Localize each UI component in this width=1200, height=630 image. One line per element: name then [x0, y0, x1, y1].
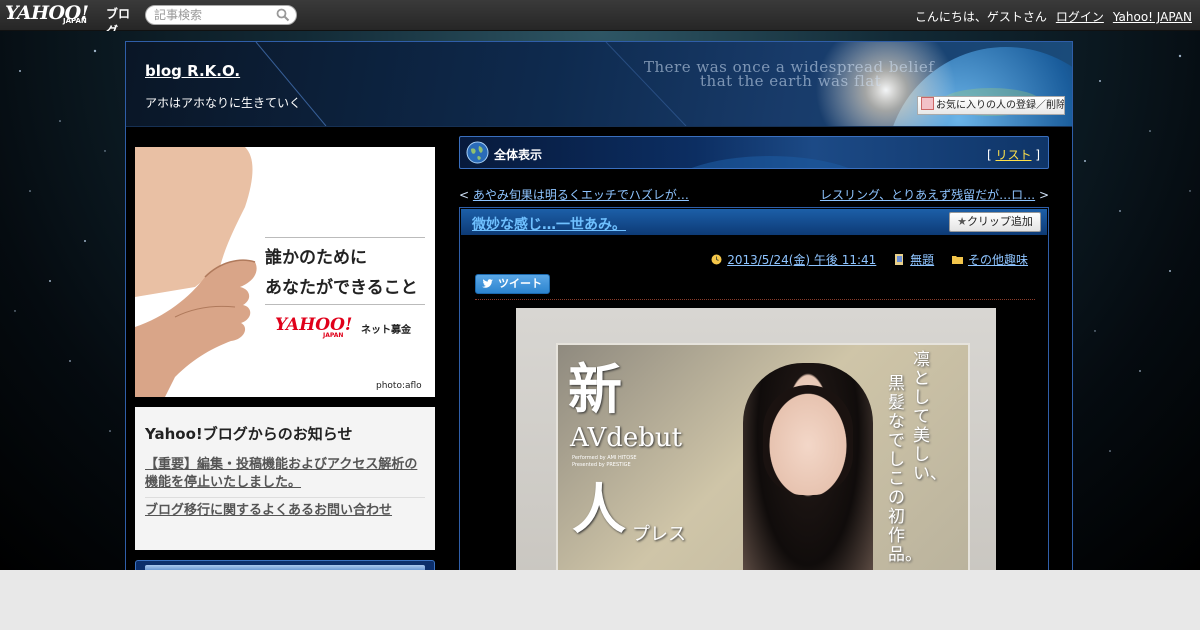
blog-description: アホはアホなりに生きていく [145, 96, 302, 110]
ad-copy-line2: あなたができること [265, 278, 418, 298]
favorite-icon [921, 97, 934, 110]
folder-icon [951, 256, 963, 264]
cover-tagline-col2: 黒髪なでしこの初作品。 [888, 374, 922, 565]
sidebar-module [135, 560, 435, 570]
twitter-bird-icon [482, 279, 493, 288]
all-view-bar: 全体表示 [ リスト ] [459, 136, 1049, 169]
charity-ad-banner[interactable]: 誰かのために あなたができること YAHOO! JAPAN ネット募金 phot… [135, 147, 435, 397]
greeting-text: こんにちは、ゲストさん [914, 10, 1047, 24]
blog-title-link[interactable]: blog R.K.O. [145, 62, 240, 80]
cover-model-face [763, 385, 853, 495]
list-toggle: [ リスト ] [986, 148, 1040, 162]
post-navigation: < あやみ旬果は明るくエッチでハズレが… レスリング、とりあえず残留だが…ロ… … [459, 186, 1049, 202]
article-photo: 新 AVdebut Performed by AMI HITOSE Presen… [516, 308, 996, 570]
ad-copy-line1: 誰かのために [265, 248, 367, 268]
notice-link-migration-faq[interactable]: ブログ移行に関するよくあるお問い合わせ [145, 498, 425, 525]
globe-icon [466, 141, 489, 164]
clip-add-button[interactable]: ★クリップ追加 [949, 212, 1041, 232]
notice-link-feature-stop[interactable]: 【重要】編集・投稿機能およびアクセス解析の機能を停止いたしました。 [145, 452, 425, 498]
clock-icon [711, 254, 722, 265]
prev-post: < あやみ旬果は明るくエッチでハズレが… [459, 188, 689, 202]
login-link[interactable]: ログイン [1056, 10, 1104, 24]
notice-title: Yahoo!ブログからのお知らせ [145, 425, 353, 443]
yahoo-japan-link[interactable]: Yahoo! JAPAN [1113, 10, 1192, 24]
next-post: レスリング、とりあえず残留だが…ロ… > [819, 188, 1049, 202]
tweet-label: ツイート [498, 277, 542, 290]
prev-post-link[interactable]: あやみ旬果は明るくエッチでハズレが… [473, 188, 689, 202]
blog-header: blog R.K.O. アホはアホなりに生きていく There was once… [126, 42, 1072, 127]
search-box [145, 5, 297, 25]
cover-tagline-col1: 凛として美しい、 [913, 350, 947, 484]
star-icon: ★ [957, 215, 967, 228]
handshake-illustration [135, 147, 257, 397]
ad-divider-bottom [265, 304, 425, 305]
yahoo-blog-logo[interactable]: YAHOO! JAPAN ブログ [5, 2, 141, 38]
all-view-title: 全体表示 [494, 148, 543, 162]
post-category-link[interactable]: その他趣味 [968, 253, 1028, 267]
post-theme: 無題 [894, 253, 938, 267]
tweet-button[interactable]: ツイート [475, 274, 550, 294]
cover-avdebut: AVdebut [570, 423, 683, 453]
ad-service-name: ネット募金 [361, 325, 411, 336]
top-bar: YAHOO! JAPAN ブログ こんにちは、ゲストさんログイン Yahoo! J… [0, 0, 1200, 38]
banner-quote: There was once a widespread belief that … [644, 60, 1072, 90]
theme-icon [895, 254, 904, 265]
user-nav: こんにちは、ゲストさん ログイン Yahoo! JAPAN [906, 8, 1192, 25]
logo-japan-text: JAPAN [63, 17, 87, 25]
list-link[interactable]: リスト [995, 148, 1031, 162]
next-post-link[interactable]: レスリング、とりあえず残留だが…ロ… [820, 188, 1035, 202]
cover-big-text-2: 人 [572, 477, 626, 541]
cover-big-text-1: 新 [568, 357, 622, 421]
blog-frame: blog R.K.O. アホはアホなりに生きていく There was once… [125, 41, 1073, 570]
bar-earth-decoration [691, 156, 849, 168]
article-divider [475, 299, 1035, 300]
post-theme-link[interactable]: 無題 [910, 253, 934, 267]
page-background: blog R.K.O. アホはアホなりに生きていく There was once… [0, 31, 1200, 570]
favorite-register-button[interactable]: お気に入りの人の登録／削除 [917, 96, 1065, 115]
post-date-link[interactable]: 2013/5/24(金) 午後 11:41 [727, 253, 876, 267]
cover-performed: Performed by AMI HITOSE [572, 455, 637, 461]
ad-photo-credit: photo:aflo [376, 381, 422, 391]
ad-divider-top [265, 237, 425, 238]
cover-label-bottom: プレス [632, 524, 686, 545]
post-category: その他趣味 [951, 253, 1028, 267]
dvd-package: 新 AVdebut Performed by AMI HITOSE Presen… [556, 343, 970, 570]
banner-quote-line2: that the earth was flat [700, 72, 882, 90]
post-date: 2013/5/24(金) 午後 11:41 [711, 253, 880, 267]
blog-notice-box: Yahoo!ブログからのお知らせ 【重要】編集・投稿機能およびアクセス解析の機能… [135, 407, 435, 550]
clip-add-label: クリップ追加 [966, 215, 1033, 228]
search-icon[interactable] [276, 8, 290, 22]
article-title-link[interactable]: 微妙な感じ…一世あみ。 [472, 214, 626, 234]
favorite-button-label: お気に入りの人の登録／削除 [936, 100, 1065, 111]
search-input[interactable] [154, 7, 274, 23]
article-header: 微妙な感じ…一世あみ。 ★クリップ追加 [461, 209, 1047, 235]
ad-brand-sub: JAPAN [323, 332, 344, 339]
blog-article: 微妙な感じ…一世あみ。 ★クリップ追加 2013/5/24(金) 午後 11:4… [459, 207, 1049, 570]
bottom-band [0, 570, 1200, 630]
article-meta: 2013/5/24(金) 午後 11:41 無題 その他趣味 [697, 251, 1028, 268]
